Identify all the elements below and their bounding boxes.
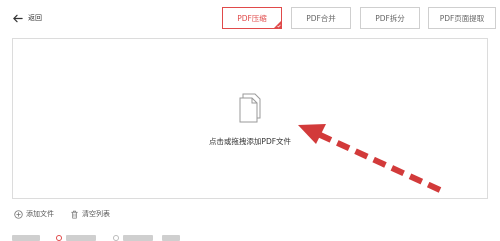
add-circle-icon bbox=[14, 209, 23, 219]
option-label-fragment bbox=[123, 235, 153, 241]
option-label-fragment bbox=[66, 235, 96, 241]
tab-pdf-page-extract[interactable]: PDF页面提取 bbox=[428, 7, 496, 29]
trash-icon bbox=[71, 210, 78, 218]
compression-options-row bbox=[12, 234, 212, 241]
tab-label: PDF合并 bbox=[306, 13, 336, 23]
radio-selected-icon[interactable] bbox=[56, 235, 62, 241]
clear-list-label: 清空列表 bbox=[82, 210, 110, 218]
option-label-fragment bbox=[12, 235, 40, 241]
drop-hint-text: 点击或拖拽添加PDF文件 bbox=[208, 137, 292, 146]
tab-pdf-compress[interactable]: PDF压缩 bbox=[222, 7, 282, 29]
document-icon bbox=[239, 93, 261, 123]
tab-label: PDF压缩 bbox=[237, 13, 267, 23]
tab-pdf-merge[interactable]: PDF合并 bbox=[291, 7, 351, 29]
tab-label: PDF页面提取 bbox=[439, 13, 485, 23]
back-label: 返回 bbox=[28, 14, 42, 22]
radio-icon[interactable] bbox=[113, 235, 119, 241]
top-bar: 返回 PDF压缩 PDF合并 PDF拆分 PDF页面提取 bbox=[0, 0, 500, 36]
tab-pdf-split[interactable]: PDF拆分 bbox=[360, 7, 420, 29]
check-icon bbox=[277, 24, 281, 28]
back-arrow-icon bbox=[13, 14, 23, 22]
clear-list-button[interactable]: 清空列表 bbox=[70, 207, 110, 221]
add-file-label: 添加文件 bbox=[26, 210, 54, 218]
back-button[interactable]: 返回 bbox=[12, 11, 42, 25]
option-label-fragment bbox=[162, 235, 180, 241]
tab-label: PDF拆分 bbox=[375, 13, 405, 23]
add-file-button[interactable]: 添加文件 bbox=[14, 207, 54, 221]
